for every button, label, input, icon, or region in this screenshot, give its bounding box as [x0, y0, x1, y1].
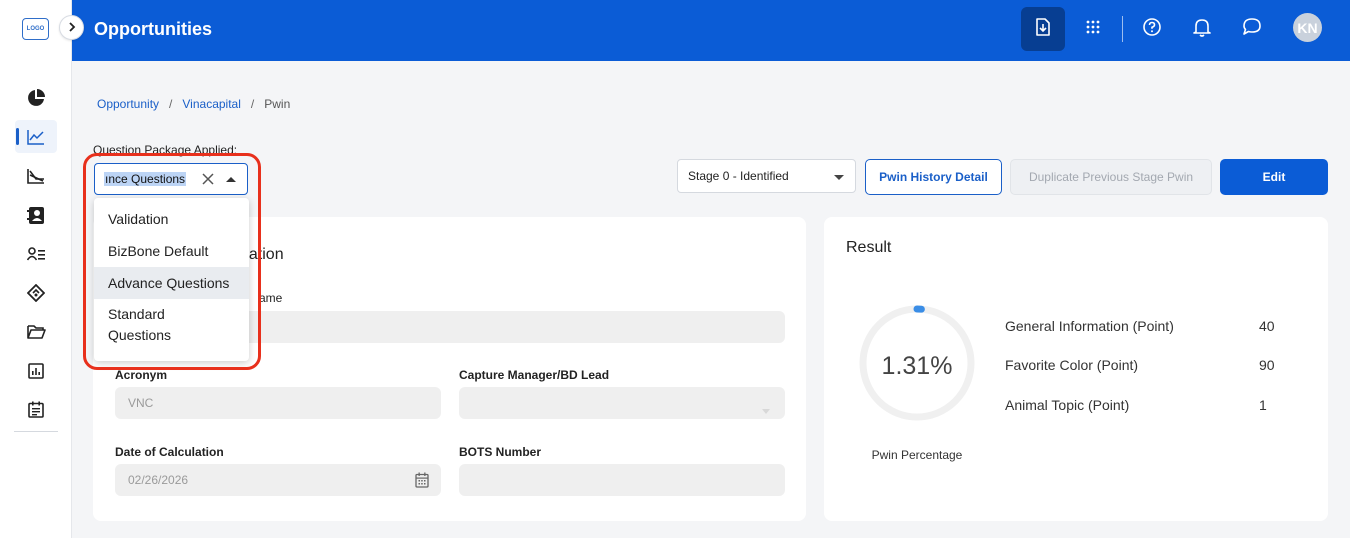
pwin-history-detail-button[interactable]: Pwin History Detail: [865, 159, 1002, 195]
bots-number-field[interactable]: [459, 464, 785, 496]
pwin-percentage-value: 1.31%: [881, 352, 953, 380]
metric-name: Favorite Color (Point): [1005, 357, 1139, 373]
top-header: Opportunities KN: [72, 0, 1350, 61]
metric-name: General Information (Point): [1005, 318, 1174, 334]
contacts-book-icon: [27, 205, 45, 225]
acronym-value: VNC: [128, 396, 154, 410]
date-of-calculation-label: Date of Calculation: [115, 445, 224, 459]
name-label: ame: [259, 291, 283, 305]
stage-select[interactable]: Stage 0 - Identified: [677, 159, 856, 193]
duplicate-previous-stage-button[interactable]: Duplicate Previous Stage Pwin: [1010, 159, 1212, 195]
chat-icon: [1242, 17, 1262, 41]
apps-button[interactable]: [1071, 7, 1115, 51]
sidebar-item-dashboard[interactable]: [0, 78, 72, 117]
result-title: Result: [846, 239, 892, 256]
sidebar-divider: [14, 431, 58, 432]
breadcrumb-separator: /: [250, 97, 255, 111]
edit-button[interactable]: Edit: [1220, 159, 1328, 195]
sidebar-item-pipeline[interactable]: [0, 156, 72, 195]
chat-button[interactable]: [1230, 7, 1274, 51]
pwin-donut-chart: 1.31%: [856, 302, 978, 424]
page-title: Opportunities: [94, 19, 212, 39]
bell-icon: [1193, 17, 1211, 42]
pipeline-chart-icon: [27, 168, 45, 184]
sidebar: LOGO: [0, 0, 72, 538]
capture-manager-select[interactable]: [459, 387, 785, 419]
deals-tag-icon: [27, 283, 45, 302]
sidebar-item-deals[interactable]: [0, 273, 72, 312]
download-icon: [1035, 17, 1051, 41]
calendar-list-icon: [28, 401, 44, 418]
app-logo: LOGO: [22, 18, 49, 40]
folder-icon: [26, 324, 46, 339]
chevron-down-icon: [762, 401, 770, 419]
download-button[interactable]: [1021, 7, 1065, 51]
capture-manager-label: Capture Manager/BD Lead: [459, 368, 610, 382]
header-divider: [1122, 16, 1123, 42]
apps-grid-icon: [1086, 20, 1100, 39]
date-of-calculation-field[interactable]: 02/26/2026: [115, 464, 441, 496]
sidebar-toggle-button[interactable]: [59, 15, 84, 40]
active-indicator-bar: [16, 128, 19, 145]
highlight-annotation: [83, 153, 261, 370]
breadcrumb-separator: /: [169, 97, 173, 111]
metric-name: Animal Topic (Point): [1005, 397, 1130, 413]
stage-value: Stage 0 - Identified: [688, 169, 789, 183]
breadcrumb: Opportunity / Vinacapital / Pwin: [97, 97, 290, 111]
breadcrumb-vinacapital[interactable]: Vinacapital: [182, 97, 241, 111]
opportunities-trend-icon: [27, 129, 45, 145]
bots-number-label: BOTS Number: [459, 445, 542, 459]
sidebar-item-reports[interactable]: [0, 351, 72, 390]
dashboard-pie-icon: [26, 88, 46, 108]
reports-icon: [28, 362, 44, 379]
help-button[interactable]: [1130, 7, 1174, 51]
chevron-right-icon: [68, 19, 76, 37]
user-avatar[interactable]: KN: [1293, 13, 1322, 42]
date-value: 02/26/2026: [128, 473, 189, 487]
breadcrumb-opportunity[interactable]: Opportunity: [97, 97, 159, 111]
sidebar-item-documents[interactable]: [0, 312, 72, 351]
sidebar-item-calendar[interactable]: [0, 390, 72, 429]
calendar-icon[interactable]: [415, 472, 429, 493]
pwin-percentage-label: Pwin Percentage: [871, 448, 963, 462]
sidebar-item-opportunities[interactable]: [0, 117, 72, 156]
acronym-label: Acronym: [115, 368, 168, 382]
help-icon: [1143, 17, 1161, 41]
users-list-icon: [27, 246, 45, 261]
breadcrumb-current: Pwin: [264, 97, 291, 111]
result-card: Result 1.31% Pwin Percentage General Inf…: [824, 217, 1328, 521]
metric-value: 1: [1259, 397, 1267, 413]
acronym-field[interactable]: VNC: [115, 387, 441, 419]
metric-value: 40: [1259, 318, 1275, 334]
notifications-button[interactable]: [1180, 7, 1224, 51]
chevron-down-icon: [834, 175, 844, 180]
sidebar-item-contacts[interactable]: [0, 195, 72, 234]
sidebar-item-users[interactable]: [0, 234, 72, 273]
sidebar-nav: [0, 78, 72, 429]
metric-value: 90: [1259, 357, 1275, 373]
